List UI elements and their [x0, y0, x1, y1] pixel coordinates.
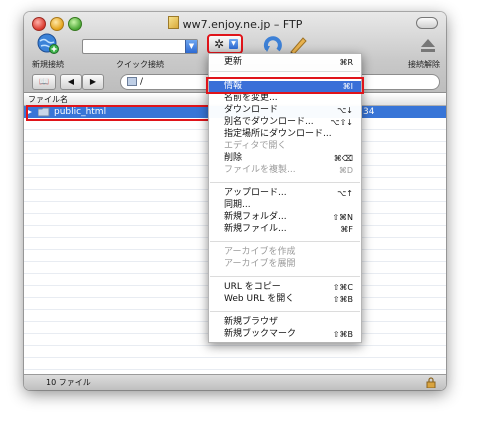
menu-item-download[interactable]: ダウンロード ⌥↓ — [209, 105, 361, 116]
menu-item-download-to[interactable]: 指定場所にダウンロード... — [209, 129, 361, 140]
menu-item-copy-url[interactable]: URL をコピー ⇧⌘C — [209, 282, 361, 293]
menu-item-sync[interactable]: 同期... — [209, 200, 361, 211]
chevron-down-icon: ▼ — [229, 39, 238, 49]
lock-icon — [426, 377, 436, 388]
forward-button[interactable]: ▶ — [82, 74, 104, 90]
menu-separator — [210, 71, 360, 72]
annotation-highlight-info — [206, 77, 364, 94]
menu-item-create-archive: アーカイブを作成 — [224, 247, 296, 257]
menu-item-upload[interactable]: アップロード... ⌥↑ — [209, 188, 361, 199]
toolbar-toggle-button[interactable] — [416, 17, 438, 29]
menu-item-new-browser[interactable]: 新規ブラウザ — [209, 317, 361, 328]
menu-item-duplicate: ファイルを複製... ⌘D — [224, 165, 353, 175]
menu-item-refresh[interactable]: 更新 ⌘R — [209, 57, 361, 68]
annotation-highlight-file — [26, 105, 210, 121]
menu-separator — [210, 276, 360, 277]
book-icon: 📖 — [39, 77, 49, 86]
back-arrow-icon: ◀ — [67, 77, 75, 86]
server-icon — [127, 77, 137, 86]
action-menu-button[interactable]: ✲ ▼ — [207, 34, 243, 54]
action-menu: 更新 ⌘R 情報 ⌘I 名前を変更... ダウンロード ⌥↓ 別名でダウンロード...… — [208, 53, 362, 343]
menu-item-open-in-editor: エディタで開く — [224, 141, 287, 151]
file-modified-time: :34 — [360, 107, 375, 117]
document-icon — [167, 16, 179, 29]
empty-row — [24, 358, 446, 370]
quick-connect-combo[interactable]: ▼ — [82, 39, 198, 54]
menu-item-download-as[interactable]: 別名でダウンロード... ⌥⇧↓ — [209, 117, 361, 128]
menu-item-new-bookmark[interactable]: 新規ブックマーク ⇧⌘B — [209, 329, 361, 340]
menu-item-rename[interactable]: 名前を変更... — [209, 93, 361, 104]
new-connection-icon[interactable] — [36, 32, 60, 56]
menu-item-new-file[interactable]: 新規ファイル... ⌘F — [209, 224, 361, 235]
gear-icon: ✲ — [214, 37, 225, 51]
back-button[interactable]: ◀ — [60, 74, 82, 90]
new-connection-label[interactable]: 新規接続 — [32, 59, 64, 70]
empty-row — [24, 346, 446, 358]
menu-separator — [210, 182, 360, 183]
menu-item-open-web-url[interactable]: Web URL を開く ⇧⌘B — [209, 294, 361, 305]
bookmarks-button[interactable]: 📖 — [32, 74, 56, 90]
menu-item-extract-archive: アーカイブを展開 — [224, 259, 296, 269]
forward-arrow-icon: ▶ — [89, 77, 97, 86]
menu-separator — [210, 241, 360, 242]
disconnect-label[interactable]: 接続解除 — [408, 59, 440, 70]
status-bar: 10 ファイル — [24, 374, 446, 390]
menu-item-new-folder[interactable]: 新規フォルダ... ⇧⌘N — [209, 212, 361, 223]
menu-item-delete[interactable]: 削除 ⌘⌫ — [209, 153, 361, 164]
window-title: ww7.enjoy.ne.jp – FTP — [24, 16, 446, 31]
quick-connect-label: クイック接続 — [116, 60, 164, 69]
quick-connect-dropdown-icon[interactable]: ▼ — [185, 40, 197, 53]
eject-icon[interactable] — [419, 36, 437, 54]
file-count: 10 ファイル — [46, 378, 91, 387]
path-value: / — [140, 77, 144, 87]
column-header-name[interactable]: ファイル名 — [28, 94, 68, 105]
menu-separator — [210, 311, 360, 312]
